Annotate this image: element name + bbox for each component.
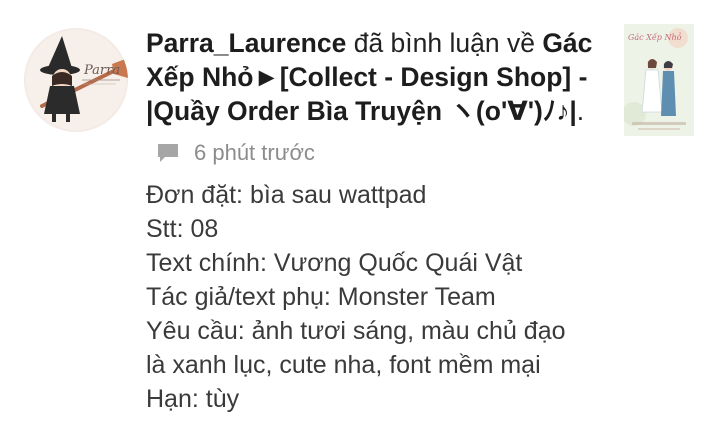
action-text: đã bình luận về xyxy=(346,28,543,58)
comment-line: Hạn: tùy xyxy=(146,385,240,413)
cover-image: Gác Xếp Nhỏ xyxy=(624,24,694,136)
notification-item[interactable]: Parra Parra_Laurence đã bình luận về Gác… xyxy=(0,0,720,424)
comment-line: Đơn đặt: bìa sau wattpad xyxy=(146,181,427,209)
comment-line: Tác giả/text phụ: Monster Team xyxy=(146,283,496,311)
comment-line: Yêu cầu: ảnh tươi sáng, màu chủ đạo xyxy=(146,317,566,345)
headline-end-punct: . xyxy=(576,96,585,126)
witch-avatar-image: Parra xyxy=(24,28,128,132)
cover-title-text: Gác Xếp Nhỏ xyxy=(628,33,682,42)
comment-line: là xanh lục, cute nha, font mềm mại xyxy=(146,351,541,379)
timestamp: 6 phút trước xyxy=(194,140,315,165)
comment-line: Text chính: Vương Quốc Quái Vật xyxy=(146,249,523,277)
notification-headline[interactable]: Parra_Laurence đã bình luận về Gác Xếp N… xyxy=(146,26,606,128)
notification-meta: 6 phút trước xyxy=(156,140,315,166)
comment-body: Đơn đặt: bìa sau wattpad Stt: 08 Text ch… xyxy=(146,178,706,416)
comment-line: Stt: 08 xyxy=(146,215,219,243)
avatar-logo-text: Parra xyxy=(83,63,120,78)
comment-bubble-icon xyxy=(156,142,180,164)
user-avatar[interactable]: Parra xyxy=(24,28,128,132)
username-link[interactable]: Parra_Laurence xyxy=(146,28,346,58)
story-cover-thumbnail[interactable]: Gác Xếp Nhỏ xyxy=(624,24,694,136)
